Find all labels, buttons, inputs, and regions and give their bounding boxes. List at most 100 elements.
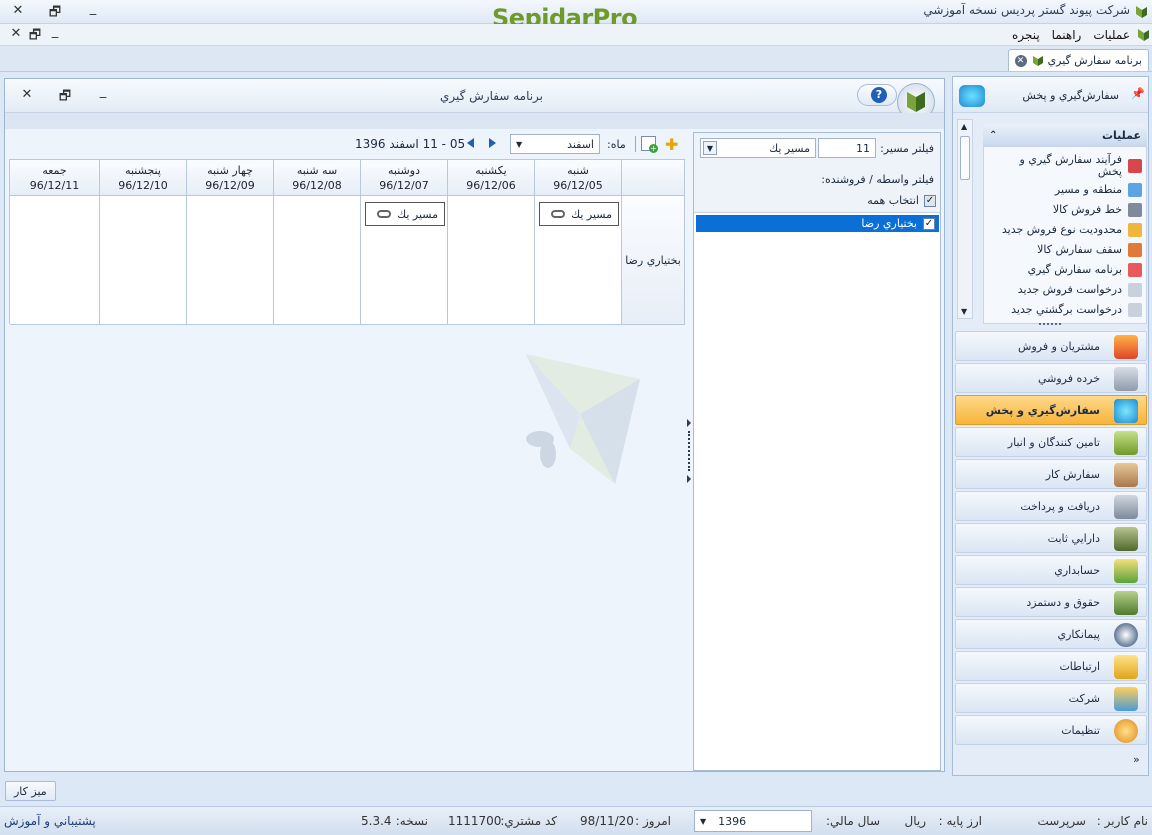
restore-window-button[interactable]: 🗗 [55, 87, 75, 109]
scroll-down-icon[interactable]: ▼ [961, 307, 967, 316]
op-new-sale-request[interactable]: درخواست فروش جديد [992, 283, 1142, 297]
module-payroll[interactable]: حقوق و دستمزد [955, 587, 1147, 617]
agent-list-item[interactable]: بختياري رضا ✓ [696, 215, 939, 232]
op-sales-line[interactable]: خط فروش كالا [992, 203, 1142, 217]
collapse-icon[interactable]: ⌃ [989, 130, 997, 141]
module-company[interactable]: شركت [955, 683, 1147, 713]
filter-pane: فيلتر مسير: 11 ▼ مسير يك فيلتر واسطه / ف… [693, 132, 941, 771]
module-receipt-payment[interactable]: دريافت و پرداخت [955, 491, 1147, 521]
schedule-cell[interactable] [10, 196, 100, 325]
warehouse-icon [1114, 431, 1138, 455]
splitter-arrow-icon [687, 419, 691, 427]
close-app-button[interactable]: ✕ [8, 3, 28, 18]
module-work-order[interactable]: سفارش كار [955, 459, 1147, 489]
op-region-route[interactable]: منطقه و مسير [992, 183, 1142, 197]
desk-button[interactable]: ميز كار [5, 781, 56, 801]
day-header: پنجشنبه 96/12/10 [100, 160, 187, 196]
route-code-field[interactable]: 11 [818, 138, 876, 158]
calendar-add-button[interactable]: + [641, 136, 658, 153]
op-new-return-request[interactable]: درخواست برگشتي جديد [992, 303, 1142, 317]
schedule-cell[interactable] [274, 196, 361, 325]
window-title: برنامه سفارش گيري [440, 89, 544, 103]
restore-app-button[interactable]: 🗗 [45, 3, 65, 25]
day-date: 96/12/07 [379, 179, 429, 192]
module-label: پيمانكاري [1057, 627, 1100, 641]
ops-panel-title[interactable]: ⌃ عمليات [983, 124, 1147, 146]
next-week-icon[interactable] [489, 138, 496, 148]
op-order-cap[interactable]: سقف سفارش كالا [992, 243, 1142, 257]
tab-order-schedule[interactable]: ✕ برنامه سفارش گيري [1007, 49, 1149, 71]
status-bar: نام كاربر : سرپرست ارز پايه : ريال سال م… [0, 806, 1152, 835]
scroll-up-icon[interactable]: ▲ [961, 122, 967, 131]
module-label: سفارش كار [1045, 467, 1100, 481]
calendar-icon [1128, 263, 1142, 277]
module-ordering-distribution[interactable]: سفارش‌گيري و پخش [955, 395, 1147, 425]
month-label: ماه: [607, 138, 626, 151]
module-cube-icon [1114, 399, 1138, 423]
module-label: حسابداري [1054, 563, 1100, 577]
today-value: 98/11/20 [580, 814, 634, 828]
close-doc-button[interactable]: ✕ [6, 26, 26, 41]
scroll-thumb[interactable] [960, 136, 970, 180]
app-title: شركت پيوند گستر پرديس نسخه آموزشي [923, 3, 1130, 17]
restore-doc-button[interactable]: 🗗 [25, 26, 45, 48]
module-fixed-assets[interactable]: دارايي ثابت [955, 523, 1147, 553]
tab-label: برنامه سفارش گيري [1047, 54, 1142, 67]
op-order-schedule[interactable]: برنامه سفارش گيري [992, 263, 1142, 277]
op-label: محدوديت نوع فروش جديد [1001, 223, 1122, 236]
fiscal-year-value: 1396 [718, 814, 747, 828]
chevron-down-icon[interactable]: ▼ [703, 141, 717, 155]
schedule-cell[interactable] [100, 196, 187, 325]
module-retail[interactable]: خرده فروشي [955, 363, 1147, 393]
ops-scrollbar[interactable]: ▲ ▼ [957, 119, 973, 319]
pane-splitter[interactable] [686, 129, 692, 769]
schedule-cell[interactable] [448, 196, 535, 325]
menu-window[interactable]: پنجره [1006, 28, 1046, 42]
module-settings[interactable]: تنظيمات [955, 715, 1147, 745]
route-chip[interactable]: مسير يك [539, 202, 619, 226]
month-select[interactable]: ▼ اسفند [510, 134, 600, 154]
module-customers-sales[interactable]: مشتريان و فروش [955, 331, 1147, 361]
minimize-app-button[interactable]: _ [83, 1, 103, 16]
module-suppliers-warehouse[interactable]: تامين كنندگان و انبار [955, 427, 1147, 457]
route-chip-label: مسير يك [571, 207, 612, 221]
close-window-button[interactable]: ✕ [17, 87, 37, 102]
op-sale-type-limit[interactable]: محدوديت نوع فروش جديد [992, 223, 1142, 237]
day-header: شنبه 96/12/05 [535, 160, 622, 196]
module-accounting[interactable]: حسابداري [955, 555, 1147, 585]
checkbox-checked-icon[interactable]: ✓ [924, 194, 936, 207]
menu-operations[interactable]: عمليات [1087, 28, 1136, 42]
today-label: امروز : [635, 814, 671, 828]
checkbox-checked-icon[interactable]: ✓ [923, 217, 935, 230]
fiscal-year-select[interactable]: ▼ 1396 [694, 810, 812, 832]
module-contracting[interactable]: پيمانكاري [955, 619, 1147, 649]
route-select[interactable]: ▼ مسير يك [700, 138, 816, 158]
route-chip[interactable]: مسير يك [365, 202, 445, 226]
op-order-process[interactable]: فرآيند سفارش گيري و پخش [992, 153, 1142, 179]
toolbar-separator [635, 136, 636, 152]
panel-resize-grip[interactable] [1039, 323, 1061, 326]
close-tab-icon[interactable]: ✕ [1014, 54, 1027, 67]
help-button[interactable]: ? [857, 84, 897, 106]
select-all-checkbox[interactable]: انتخاب همه ✓ [867, 194, 936, 207]
nav-header: سفارش‌گيري و پخش 📌 [953, 77, 1148, 113]
sepidar-icon [1032, 55, 1043, 66]
module-communications[interactable]: ارتباطات [955, 651, 1147, 681]
minimize-window-button[interactable]: _ [93, 84, 113, 99]
module-label: حقوق و دستمزد [1026, 595, 1100, 609]
prev-week-icon[interactable] [467, 138, 474, 148]
day-name: پنجشنبه [125, 164, 161, 177]
minimize-doc-button[interactable]: _ [45, 24, 65, 39]
menu-items: عمليات راهنما پنجره [1006, 27, 1150, 43]
navigation-pane: سفارش‌گيري و پخش 📌 ▲ ▼ ⌃ عمليات فرآيند س… [952, 76, 1149, 776]
module-label: خرده فروشي [1037, 371, 1100, 385]
expand-modules-icon[interactable]: » [1133, 753, 1140, 766]
pin-icon[interactable]: 📌 [1131, 87, 1145, 100]
module-label: دارايي ثابت [1047, 531, 1100, 545]
schedule-cell[interactable] [187, 196, 274, 325]
splitter-arrow-icon [687, 475, 691, 483]
support-link[interactable]: پشتيباني و آموزش [4, 814, 96, 828]
grid-corner [622, 160, 685, 196]
menu-help[interactable]: راهنما [1046, 28, 1088, 42]
add-icon[interactable]: ✚ [665, 135, 678, 154]
